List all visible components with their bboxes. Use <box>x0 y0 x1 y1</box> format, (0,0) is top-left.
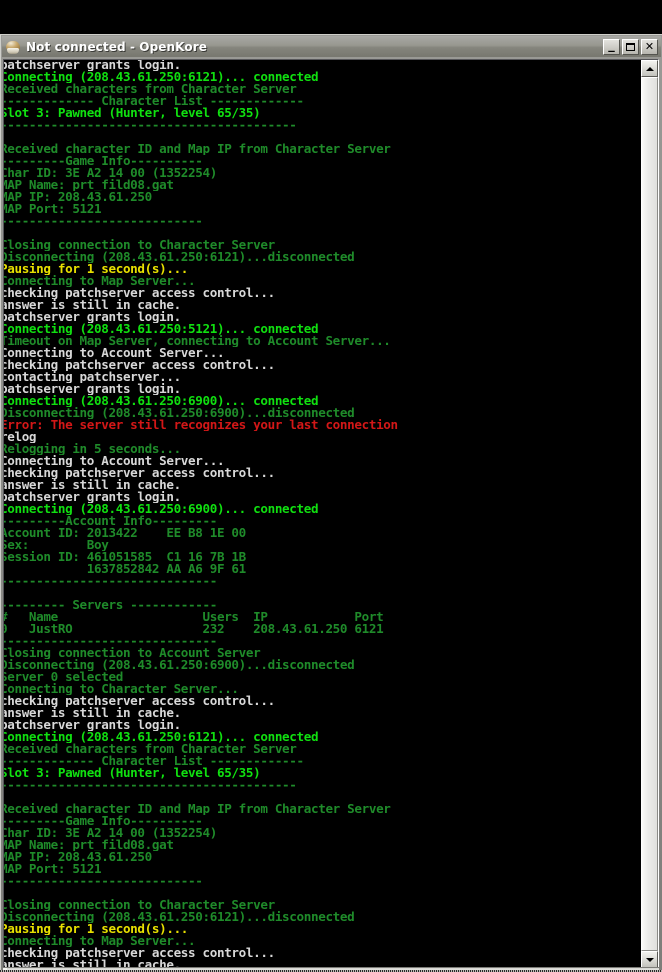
console-line: checking patchserver access control... <box>4 947 275 959</box>
console-line: MAP Port: 5121 <box>4 203 102 215</box>
console-line-list: patchserver grants login. Connecting (208… <box>4 60 641 968</box>
console-line: Closing connection to Character Server <box>4 899 275 911</box>
console-line: Pausing for 1 second(s)... <box>4 263 189 275</box>
console-line: ----------------------------------------… <box>4 119 297 131</box>
console-line: Slot 3: Pawned (Hunter, level 65/35) <box>4 767 261 779</box>
console-line: Session ID: 461051585 C1 16 7B 1B <box>4 551 246 563</box>
openkore-window: Not connected - OpenKore _ ✕ patchserver… <box>0 34 662 972</box>
console-line: checking patchserver access control... <box>4 695 275 707</box>
console-line: Slot 3: Pawned (Hunter, level 65/35) <box>4 107 261 119</box>
console-line: Error: The server still recognizes your … <box>4 419 398 431</box>
console-line: ---------------------------- <box>4 215 203 227</box>
console-line: Connecting (208.43.61.250:6121)... conne… <box>4 71 319 83</box>
console-line: MAP IP: 208.43.61.250 <box>4 851 152 863</box>
poring-mushroom-icon <box>5 39 21 55</box>
console-line: --------- Servers ------------ <box>4 599 217 611</box>
console-line: Relogging in 5 seconds... <box>4 443 181 455</box>
console-line: patchserver grants login. <box>4 491 181 503</box>
scroll-down-button[interactable] <box>641 951 658 968</box>
console-line: Received character ID and Map IP from Ch… <box>4 803 391 815</box>
console-line: ------------- Character List -----------… <box>4 755 304 767</box>
console-line: checking patchserver access control... <box>4 359 275 371</box>
close-icon: ✕ <box>644 40 655 53</box>
console-line: ------------------------------ <box>4 575 217 587</box>
console-line: Timeout on Map Server, connecting to Acc… <box>4 335 391 347</box>
console-line: Char ID: 3E A2 14 00 (1352254) <box>4 827 217 839</box>
console-line: Connecting (208.43.61.250:6900)... conne… <box>4 503 319 515</box>
console-line: contacting patchserver... <box>4 371 181 383</box>
maximize-icon <box>623 40 638 54</box>
console-line: # Name Users IP Port <box>4 611 384 623</box>
console-line: checking patchserver access control... <box>4 287 275 299</box>
console-line: Received character ID and Map IP from Ch… <box>4 143 391 155</box>
console-line: Account ID: 2013422 EE B8 1E 00 <box>4 527 246 539</box>
window-controls: _ ✕ <box>603 37 659 55</box>
console-output-pane[interactable]: patchserver grants login. Connecting (208… <box>4 60 641 968</box>
console-line: Received characters from Character Serve… <box>4 83 297 95</box>
console-line: ----------------------------------------… <box>4 779 297 791</box>
console-line: ---------Game Info---------- <box>4 815 203 827</box>
desktop-backdrop: Not connected - OpenKore _ ✕ patchserver… <box>0 0 662 972</box>
console-line: 1637852842 AA A6 9F 61 <box>4 563 246 575</box>
console-line: Connecting (208.43.61.250:6121)... conne… <box>4 731 319 743</box>
maximize-button[interactable] <box>622 38 639 55</box>
console-line: patchserver grants login. <box>4 311 181 323</box>
scroll-up-button[interactable] <box>641 60 658 77</box>
console-line: answer is still in cache. <box>4 707 181 719</box>
console-line: MAP Name: prt_fild08.gat <box>4 179 174 191</box>
console-line: MAP Name: prt_fild08.gat <box>4 839 174 851</box>
console-line: Disconnecting (208.43.61.250:6900)...dis… <box>4 659 355 671</box>
chevron-down-icon <box>645 957 654 962</box>
console-line: MAP IP: 208.43.61.250 <box>4 191 152 203</box>
chevron-up-icon <box>645 66 654 71</box>
console-line: relog <box>4 431 37 443</box>
console-line: ---------Account Info--------- <box>4 515 217 527</box>
console-line: Closing connection to Account Server <box>4 647 261 659</box>
console-line: Received characters from Character Serve… <box>4 743 297 755</box>
console-line: Connecting (208.43.61.250:6900)... conne… <box>4 395 319 407</box>
console-line: ------------------------------ <box>4 635 217 647</box>
console-line: Connecting (208.43.61.250:5121)... conne… <box>4 323 319 335</box>
console-line: Char ID: 3E A2 14 00 (1352254) <box>4 167 217 179</box>
minimize-icon: _ <box>608 37 615 53</box>
vertical-scrollbar[interactable] <box>641 60 658 968</box>
console-line: Disconnecting (208.43.61.250:6900)...dis… <box>4 407 355 419</box>
console-line: Connecting to Character Server... <box>4 683 239 695</box>
vertical-scrollbar-thumb[interactable] <box>641 77 658 951</box>
console-line: answer is still in cache. <box>4 479 181 491</box>
console-line: patchserver grants login. <box>4 719 181 731</box>
minimize-button[interactable]: _ <box>603 37 620 55</box>
console-line: Server 0 selected <box>4 671 123 683</box>
console-line: answer is still in cache. <box>4 299 181 311</box>
window-client-area: patchserver grants login. Connecting (208… <box>3 59 659 969</box>
console-line: Connecting to Account Server... <box>4 347 225 359</box>
console-line: Connecting to Account Server... <box>4 455 225 467</box>
console-line: Sex: Boy <box>4 539 109 551</box>
console-line: checking patchserver access control... <box>4 467 275 479</box>
window-titlebar[interactable]: Not connected - OpenKore _ ✕ <box>2 36 661 57</box>
close-button[interactable]: ✕ <box>641 38 658 55</box>
console-line: Disconnecting (208.43.61.250:6121)...dis… <box>4 911 355 923</box>
console-line: Connecting to Map Server... <box>4 275 196 287</box>
console-line: ---------Game Info---------- <box>4 155 203 167</box>
window-title: Not connected - OpenKore <box>26 39 207 54</box>
console-line: ------------- Character List -----------… <box>4 95 304 107</box>
console-line: Pausing for 1 second(s)... <box>4 923 189 935</box>
console-line: Connecting to Map Server... <box>4 935 196 947</box>
console-line: MAP Port: 5121 <box>4 863 102 875</box>
console-line: patchserver grants login. <box>4 60 181 71</box>
console-line: ---------------------------- <box>4 875 203 887</box>
console-line: patchserver grants login. <box>4 383 181 395</box>
console-line: Closing connection to Character Server <box>4 239 275 251</box>
console-line: Disconnecting (208.43.61.250:6121)...dis… <box>4 251 355 263</box>
console-line: 0 JustRO 232 208.43.61.250 6121 <box>4 623 384 635</box>
